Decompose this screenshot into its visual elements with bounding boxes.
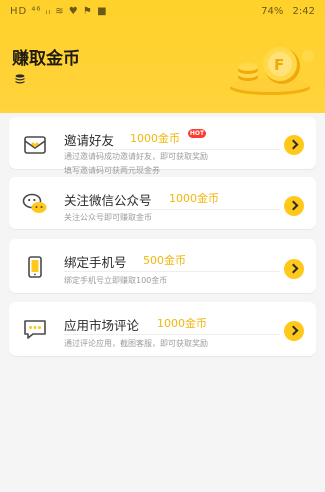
gold-coins-icon: F [230,47,314,95]
task-description: 通过邀请码成功邀请好友，即可获取奖励 填写邀请码可获两元现金券 [64,150,264,178]
comment-icon [24,320,46,339]
divider [64,334,280,335]
status-right: 74% 2:42 [255,6,315,17]
page-title: 赚取金币 [12,49,80,69]
task-title: 关注微信公众号 [64,193,152,208]
divider [64,209,280,210]
status-icons: HD ⁴⁶ ᵢₗ ≋ ♥ ⚑ ■ [10,6,108,17]
task-title: 邀请好友 [64,133,115,148]
task-title: 应用市场评论 [64,318,140,333]
phone-icon [28,256,42,278]
hot-badge: HOT [188,129,206,138]
task-description: 绑定手机号立即赚取100金币 [64,276,168,285]
go-button[interactable] [284,135,304,155]
task-title: 绑定手机号 [64,255,127,270]
clock: 2:42 [292,6,315,17]
task-reward: 1000金币 [157,317,207,330]
task-description: 关注公众号即可赚取金币 [64,213,152,222]
task-card-phone[interactable]: 绑定手机号 500金币 绑定手机号立即赚取100金币 [9,239,316,293]
battery-level: 74% [261,6,284,17]
task-reward: 500金币 [143,254,186,267]
task-reward: 1000金币 [169,192,219,205]
wechat-icon [22,193,47,213]
go-button[interactable] [284,259,304,279]
task-card-invite[interactable]: 邀请好友 1000金币 HOT 通过邀请码成功邀请好友，即可获取奖励 填写邀请码… [9,117,316,175]
task-card-wechat[interactable]: 关注微信公众号 1000金币 关注公众号即可赚取金币 [9,177,316,229]
task-card-review[interactable]: 应用市场评论 1000金币 通过评论应用，截图客服，即可获取奖励 [9,302,316,356]
status-bar: HD ⁴⁶ ᵢₗ ≋ ♥ ⚑ ■ 74% 2:42 [0,0,325,24]
divider [64,271,280,272]
task-description-line: 通过邀请码成功邀请好友，即可获取奖励 [64,152,208,161]
task-description-line: 填写邀请码可获两元现金券 [64,166,160,175]
task-description: 通过评论应用，截图客服，即可获取奖励 [64,339,208,348]
coin-stack-icon [15,74,25,84]
go-button[interactable] [284,321,304,341]
go-button[interactable] [284,196,304,216]
invite-envelope-icon [24,136,46,154]
svg-text:F: F [274,56,284,74]
task-reward: 1000金币 [130,132,180,145]
